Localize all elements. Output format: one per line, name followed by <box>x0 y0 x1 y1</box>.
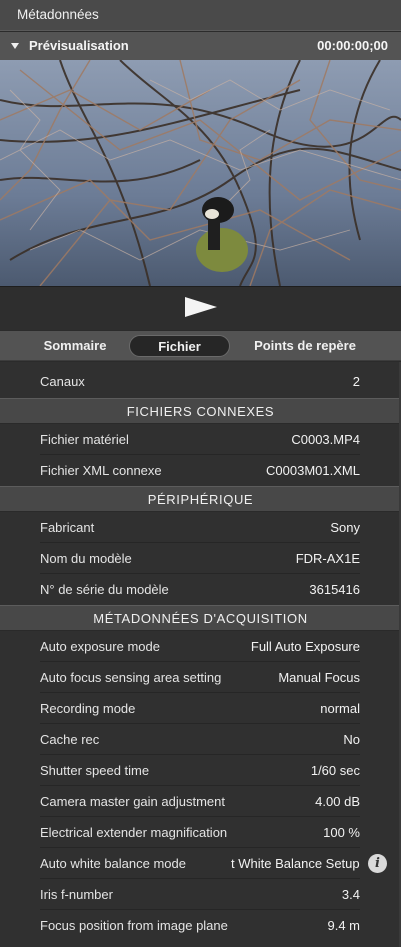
row-label: Electrical extender magnification <box>40 825 228 840</box>
row-value: C0003M01.XML <box>266 463 360 478</box>
row-model-name: Nom du modèle FDR-AX1E <box>0 543 401 574</box>
row-label: Fabricant <box>40 520 95 535</box>
info-icon[interactable]: i <box>368 854 387 873</box>
row-value: C0003.MP4 <box>291 432 360 447</box>
preview-header[interactable]: Prévisualisation 00:00:00;00 <box>0 32 401 60</box>
play-icon[interactable] <box>185 297 217 317</box>
row-label: N° de série du modèle <box>40 582 169 597</box>
row-label: Nom du modèle <box>40 551 132 566</box>
row-manufacturer: Fabricant Sony <box>0 512 401 543</box>
row-cache-rec: Cache rec No <box>0 724 401 755</box>
row-white-balance-mode: Auto white balance mode t White Balance … <box>0 848 401 879</box>
row-related-xml-file: Fichier XML connexe C0003M01.XML <box>0 455 401 486</box>
row-related-material-file: Fichier matériel C0003.MP4 <box>0 424 401 455</box>
tab-points-de-repere[interactable]: Points de repère <box>247 335 363 357</box>
row-value: 3.4 <box>341 887 360 902</box>
row-recording-mode: Recording mode normal <box>0 693 401 724</box>
metadata-list[interactable]: Canaux 2 FICHIERS CONNEXES Fichier matér… <box>0 362 401 947</box>
triangle-down-icon[interactable] <box>11 43 19 49</box>
row-iris-f-number: Iris f-number 3.4 <box>0 879 401 910</box>
row-value: t White Balance Setup <box>231 856 360 871</box>
row-label: Fichier matériel <box>40 432 129 447</box>
panel-title: Métadonnées <box>17 7 99 22</box>
row-serial-number: N° de série du modèle 3615416 <box>0 574 401 605</box>
row-channels: Canaux 2 <box>0 366 401 397</box>
row-gain-adjustment: Camera master gain adjustment 4.00 dB <box>0 786 401 817</box>
playback-bar <box>0 286 401 330</box>
panel-title-bar: Métadonnées <box>0 0 401 31</box>
row-autofocus-area: Auto focus sensing area setting Manual F… <box>0 662 401 693</box>
row-label: Recording mode <box>40 701 136 716</box>
section-related-files: FICHIERS CONNEXES <box>0 398 401 424</box>
row-label: Auto white balance mode <box>40 856 186 871</box>
row-value: 2 <box>352 374 360 389</box>
row-value: Manual Focus <box>278 670 360 685</box>
row-label: Auto exposure mode <box>40 639 160 654</box>
row-focus-position: Focus position from image plane 9.4 m <box>0 910 401 941</box>
row-auto-exposure-mode: Auto exposure mode Full Auto Exposure <box>0 631 401 662</box>
tab-sommaire[interactable]: Sommaire <box>34 335 116 357</box>
row-value: 4.00 dB <box>315 794 360 809</box>
row-value: Sony <box>330 520 360 535</box>
section-title: PÉRIPHÉRIQUE <box>147 492 254 507</box>
row-label: Focus position from image plane <box>40 918 228 933</box>
row-label: Cache rec <box>40 732 100 747</box>
section-title: FICHIERS CONNEXES <box>126 404 275 419</box>
row-value: 9.4 m <box>327 918 360 933</box>
row-label: Iris f-number <box>40 887 113 902</box>
section-acquisition: MÉTADONNÉES D'ACQUISITION <box>0 605 401 631</box>
row-value: 1/60 sec <box>310 763 360 778</box>
row-label: Camera master gain adjustment <box>40 794 225 809</box>
preview-label: Prévisualisation <box>29 38 129 53</box>
row-label: Fichier XML connexe <box>40 463 162 478</box>
row-value: Full Auto Exposure <box>250 639 360 654</box>
section-device: PÉRIPHÉRIQUE <box>0 486 401 512</box>
video-preview <box>0 60 401 286</box>
row-value: 100 % <box>323 825 360 840</box>
video-frame-branches <box>0 60 401 286</box>
row-shutter-speed: Shutter speed time 1/60 sec <box>0 755 401 786</box>
timecode: 00:00:00;00 <box>317 38 388 53</box>
row-label: Canaux <box>40 374 85 389</box>
row-value: 3615416 <box>309 582 360 597</box>
section-title: MÉTADONNÉES D'ACQUISITION <box>93 611 308 626</box>
row-label: Auto focus sensing area setting <box>40 670 222 685</box>
tab-fichier[interactable]: Fichier <box>129 335 230 357</box>
row-extender-magnification: Electrical extender magnification 100 % <box>0 817 401 848</box>
row-value: normal <box>320 701 360 716</box>
row-value: No <box>343 732 360 747</box>
row-value: FDR-AX1E <box>295 551 360 566</box>
metadata-tabs: Sommaire Fichier Points de repère <box>0 331 401 361</box>
row-label: Shutter speed time <box>40 763 150 778</box>
